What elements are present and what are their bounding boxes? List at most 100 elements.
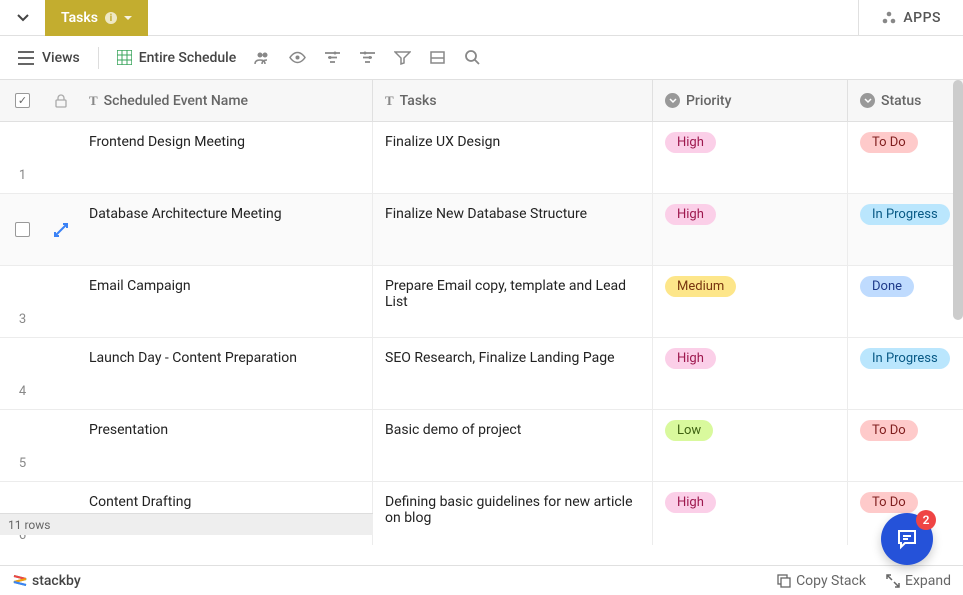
- row-number-cell: 1: [0, 122, 45, 193]
- row-count: 11 rows: [8, 518, 50, 532]
- column-header-tasks[interactable]: T Tasks: [373, 80, 653, 121]
- row-expand-cell: [45, 266, 77, 337]
- cell-event-name[interactable]: Presentation: [77, 410, 373, 481]
- row-number-cell: 3: [0, 266, 45, 337]
- select-type-icon: [665, 93, 680, 108]
- column-header-priority[interactable]: Priority: [653, 80, 848, 121]
- table-row[interactable]: 4 Launch Day - Content PreparationSEO Res…: [0, 338, 963, 410]
- copy-label: Copy Stack: [796, 573, 866, 589]
- eye-icon[interactable]: [289, 49, 306, 66]
- priority-pill: High: [665, 348, 716, 369]
- cell-task[interactable]: Defining basic guidelines for new articl…: [373, 482, 653, 545]
- priority-pill: High: [665, 132, 716, 153]
- column-label: Status: [881, 93, 921, 109]
- row-expand-cell: [45, 122, 77, 193]
- toolbar: Views Entire Schedule: [0, 36, 963, 80]
- cell-priority[interactable]: High: [653, 194, 848, 265]
- expand-row-icon[interactable]: [53, 222, 69, 238]
- apps-icon: [881, 10, 897, 26]
- chat-fab[interactable]: 2: [881, 513, 933, 565]
- text-type-icon: T: [385, 93, 394, 109]
- expand-icon: [886, 574, 900, 588]
- brand-logo[interactable]: stackby: [12, 573, 81, 589]
- separator: [98, 47, 99, 69]
- search-icon[interactable]: [464, 49, 481, 66]
- cell-task[interactable]: Finalize New Database Structure: [373, 194, 653, 265]
- row-checkbox[interactable]: [15, 222, 30, 237]
- hamburger-icon: [18, 51, 34, 65]
- filter-icon-1[interactable]: [324, 49, 341, 66]
- cell-priority[interactable]: Low: [653, 410, 848, 481]
- copy-stack-button[interactable]: Copy Stack: [777, 573, 866, 589]
- table-rows: 1 Frontend Design MeetingFinalize UX Desi…: [0, 122, 963, 545]
- column-header-event[interactable]: T Scheduled Event Name: [77, 80, 373, 121]
- bottom-bar: stackby Copy Stack Expand: [0, 565, 963, 595]
- cell-event-name[interactable]: Email Campaign: [77, 266, 373, 337]
- filter-icon-2[interactable]: [359, 49, 376, 66]
- users-icon[interactable]: [254, 49, 271, 66]
- cell-task[interactable]: Finalize UX Design: [373, 122, 653, 193]
- row-number-cell: 5: [0, 410, 45, 481]
- row-number-cell: 4: [0, 338, 45, 409]
- select-all-checkbox[interactable]: [15, 93, 30, 108]
- expand-button[interactable]: Expand: [886, 573, 951, 589]
- apps-label: APPS: [903, 10, 941, 26]
- funnel-icon[interactable]: [394, 49, 411, 66]
- chevron-down-icon: [15, 10, 31, 26]
- cell-status[interactable]: To Do: [848, 410, 963, 481]
- header-lock-cell: [45, 94, 77, 108]
- column-label: Priority: [686, 93, 731, 109]
- svg-text:i: i: [110, 13, 113, 24]
- column-label: Scheduled Event Name: [104, 93, 248, 109]
- cell-task[interactable]: SEO Research, Finalize Landing Page: [373, 338, 653, 409]
- copy-icon: [777, 574, 791, 588]
- cell-priority[interactable]: High: [653, 122, 848, 193]
- cell-status[interactable]: To Do: [848, 122, 963, 193]
- cell-status[interactable]: In Progress: [848, 338, 963, 409]
- cell-status[interactable]: In Progress: [848, 194, 963, 265]
- text-type-icon: T: [89, 93, 98, 109]
- cell-event-name[interactable]: Database Architecture Meeting: [77, 194, 373, 265]
- row-expand-cell: [45, 194, 77, 265]
- entire-schedule-button[interactable]: Entire Schedule: [117, 50, 237, 66]
- status-pill: To Do: [860, 132, 918, 153]
- cell-task[interactable]: Prepare Email copy, template and Lead Li…: [373, 266, 653, 337]
- table-row[interactable]: 3 Email CampaignPrepare Email copy, templ…: [0, 266, 963, 338]
- table-row[interactable]: 5 PresentationBasic demo of project Low To …: [0, 410, 963, 482]
- dropdown-tiny-icon: [124, 14, 132, 22]
- cell-task[interactable]: Basic demo of project: [373, 410, 653, 481]
- select-type-icon: [860, 93, 875, 108]
- tab-tasks[interactable]: Tasks i: [45, 0, 148, 36]
- status-pill: In Progress: [860, 204, 950, 225]
- summary-bar: 11 rows: [0, 513, 373, 535]
- header-checkbox-cell: [0, 93, 45, 108]
- status-pill: Done: [860, 276, 914, 297]
- priority-pill: Low: [665, 420, 713, 441]
- cell-priority[interactable]: High: [653, 338, 848, 409]
- apps-button[interactable]: APPS: [858, 0, 963, 36]
- grid-icon: [117, 50, 132, 65]
- column-header-status[interactable]: Status: [848, 80, 963, 121]
- priority-pill: Medium: [665, 276, 736, 297]
- table-header: T Scheduled Event Name T Tasks Priority …: [0, 80, 963, 122]
- views-label: Views: [42, 50, 80, 66]
- views-button[interactable]: Views: [18, 50, 80, 66]
- collapse-chevron[interactable]: [0, 0, 45, 36]
- schedule-label: Entire Schedule: [139, 50, 237, 66]
- table-row[interactable]: 1 Frontend Design MeetingFinalize UX Desi…: [0, 122, 963, 194]
- cell-event-name[interactable]: Launch Day - Content Preparation: [77, 338, 373, 409]
- row-expand-cell: [45, 338, 77, 409]
- row-expand-cell: [45, 410, 77, 481]
- row-height-icon[interactable]: [429, 49, 446, 66]
- cell-priority[interactable]: High: [653, 482, 848, 545]
- expand-label: Expand: [905, 573, 951, 589]
- cell-status[interactable]: Done: [848, 266, 963, 337]
- row-number-cell: [0, 194, 45, 265]
- status-pill: To Do: [860, 420, 918, 441]
- table-row[interactable]: Database Architecture MeetingFinalize Ne…: [0, 194, 963, 266]
- cell-priority[interactable]: Medium: [653, 266, 848, 337]
- vertical-scrollbar[interactable]: [953, 80, 963, 320]
- status-pill: In Progress: [860, 348, 950, 369]
- brand-name: stackby: [32, 573, 81, 589]
- cell-event-name[interactable]: Frontend Design Meeting: [77, 122, 373, 193]
